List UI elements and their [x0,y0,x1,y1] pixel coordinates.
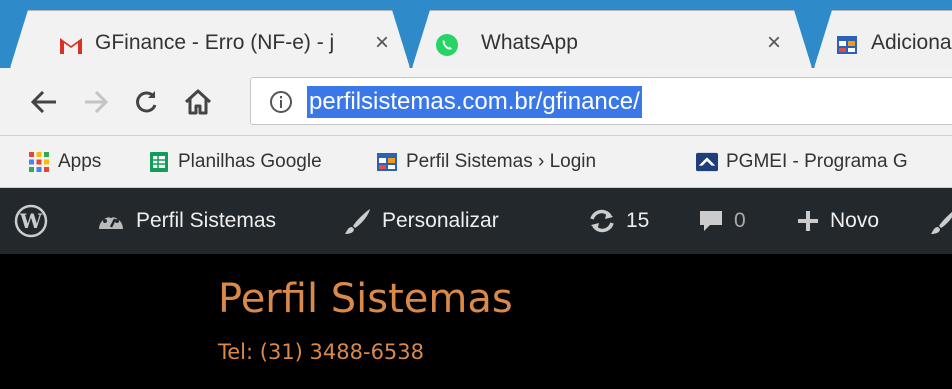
bookmarks-bar: Apps Planilhas Google Perfil Sistemas › … [0,136,952,188]
new-label: Novo [830,209,880,232]
bookmark-label: Perfil Sistemas › Login [406,151,597,172]
reload-icon [136,91,157,113]
gmail-icon [59,33,83,57]
apps-grid-icon [28,151,50,173]
svg-text:W: W [19,209,43,233]
home-button[interactable] [178,82,218,122]
calendar-icon [376,151,398,173]
bookmark-perfil-login[interactable]: Perfil Sistemas › Login [376,148,596,176]
back-button[interactable] [24,82,64,122]
wp-admin-bar: W Perfil Sistemas Personalizar 15 0 Novo [0,188,952,254]
tab-title: GFinance - Erro (NF-e) - j [95,31,335,54]
comment-icon [698,208,724,234]
site-phone: Tel: (31) 3488-6538 [218,340,425,364]
site-header: Perfil Sistemas Tel: (31) 3488-6538 [0,254,952,389]
comments-count: 0 [734,209,746,232]
arrow-left-icon [31,91,56,113]
updates-count: 15 [626,209,650,232]
forward-button[interactable] [76,82,116,122]
bookmark-label: PGMEI - Programa G [726,151,908,172]
customize-label: Personalizar [382,209,499,232]
site-name-label: Perfil Sistemas [136,209,277,232]
bookmark-label: Apps [58,151,102,172]
updates-button[interactable]: 15 [588,188,649,254]
bookmark-apps[interactable]: Apps [28,148,101,176]
tab-title: WhatsApp [481,31,578,54]
tab-adiciona[interactable]: Adiciona [814,10,952,68]
tab-whatsapp[interactable]: WhatsApp × [412,10,812,68]
calendar-icon [835,33,859,57]
comments-button[interactable]: 0 [698,188,746,254]
url-text[interactable]: perfilsistemas.com.br/gfinance/ [307,86,642,118]
close-icon[interactable]: × [375,29,389,57]
pgmei-icon [696,151,718,173]
refresh-icon [588,208,616,234]
customize-button[interactable]: Personalizar [344,188,499,254]
tab-gfinance[interactable]: GFinance - Erro (NF-e) - j × [10,10,410,68]
browser-toolbar: perfilsistemas.com.br/gfinance/ [0,68,952,136]
new-content-button[interactable]: Novo [796,188,879,254]
site-title[interactable]: Perfil Sistemas [218,276,513,322]
reload-button[interactable] [126,82,166,122]
sheets-icon [148,151,170,173]
info-icon[interactable] [269,90,293,114]
tab-title: Adiciona [871,31,952,54]
wordpress-logo-button[interactable]: W [14,188,48,254]
edit-brush-button[interactable] [930,188,952,254]
brush-icon [931,212,952,234]
address-bar[interactable]: perfilsistemas.com.br/gfinance/ [250,77,952,125]
site-name-menu[interactable]: Perfil Sistemas [96,188,276,254]
whatsapp-icon [435,33,459,57]
dashboard-icon [96,207,126,235]
home-icon [184,89,212,115]
bookmark-planilhas[interactable]: Planilhas Google [148,148,322,176]
bookmark-label: Planilhas Google [178,151,322,172]
tab-strip: GFinance - Erro (NF-e) - j × WhatsApp × … [0,0,952,68]
brush-icon [344,207,372,235]
wordpress-icon: W [14,204,48,238]
plus-icon [796,209,820,233]
arrow-right-icon [85,91,108,113]
bookmark-pgmei[interactable]: PGMEI - Programa G [696,148,908,176]
close-icon[interactable]: × [767,29,781,57]
